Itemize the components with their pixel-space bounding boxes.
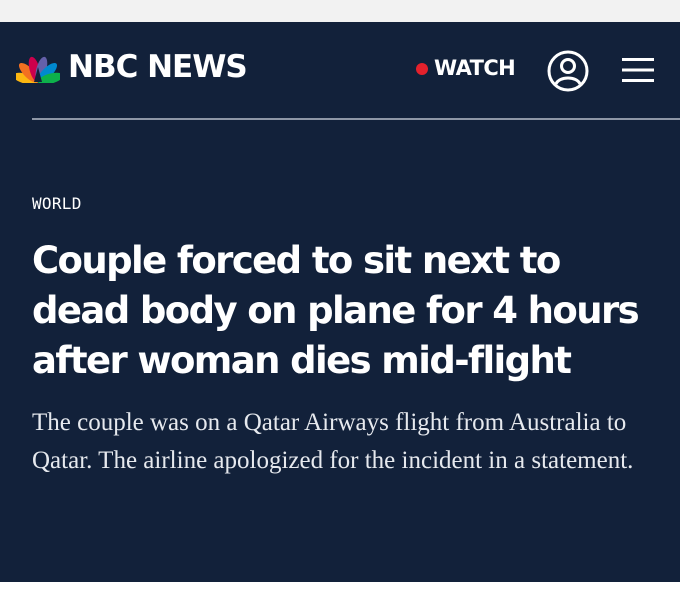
section-label-link[interactable]: WORLD — [32, 194, 82, 213]
user-account-icon[interactable] — [546, 49, 590, 93]
brand-name: NBC NEWS — [68, 49, 248, 85]
live-indicator-dot — [416, 62, 428, 75]
article-headline: Couple forced to sit next to dead body o… — [32, 239, 640, 382]
header-divider — [32, 118, 680, 120]
hamburger-menu-icon[interactable] — [620, 55, 656, 85]
top-strip — [0, 0, 680, 22]
site-header: NBC NEWS WATCH — [0, 22, 680, 118]
nbc-news-logo-link[interactable]: NBC NEWS — [16, 49, 248, 85]
article-header-panel: NBC NEWS WATCH WORLD Couple forced to si… — [0, 22, 680, 582]
watch-label: WATCH — [434, 56, 516, 80]
nbc-peacock-icon — [16, 56, 60, 83]
article-dek: The couple was on a Qatar Airways flight… — [32, 409, 634, 474]
page: NBC NEWS WATCH WORLD Couple forced to si… — [0, 0, 680, 607]
watch-live-button[interactable]: WATCH — [416, 56, 516, 80]
